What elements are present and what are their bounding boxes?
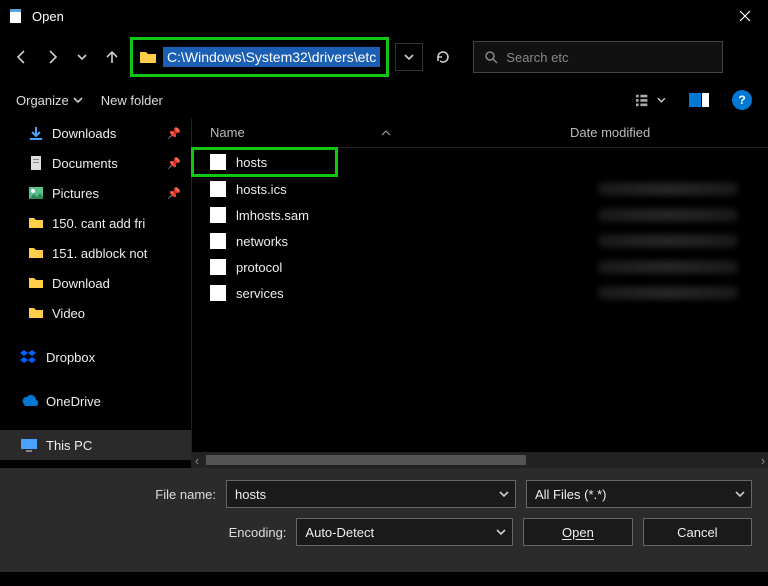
nav-bar: C:\Windows\System32\drivers\etc Search e…: [0, 32, 768, 82]
picture-icon: [28, 185, 44, 201]
toolbar: Organize New folder ?: [0, 82, 768, 118]
sidebar-item-dropbox[interactable]: Dropbox: [0, 342, 191, 372]
file-icon: [210, 181, 226, 197]
date-modified-cell: [598, 182, 738, 196]
folder-icon: [28, 305, 44, 321]
file-row[interactable]: hosts.ics: [192, 176, 768, 202]
file-list-area: Name Date modified hosts hosts.ics lmhos…: [192, 118, 768, 468]
onedrive-icon: [20, 394, 38, 408]
folder-icon: [28, 245, 44, 261]
chevron-down-icon: [73, 95, 83, 105]
file-icon: [210, 285, 226, 301]
notepad-icon: [8, 8, 24, 24]
back-button[interactable]: [10, 45, 34, 69]
date-modified-cell: [598, 234, 738, 248]
file-filter-dropdown[interactable]: All Files (*.*): [526, 480, 752, 508]
pin-icon: 📌: [167, 127, 181, 140]
filename-label: File name:: [16, 487, 216, 502]
sort-asc-icon: [381, 129, 391, 137]
refresh-button[interactable]: [429, 43, 457, 71]
filename-input[interactable]: hosts: [226, 480, 516, 508]
file-list: hosts hosts.ics lmhosts.sam networks pro…: [192, 148, 768, 452]
file-icon: [210, 233, 226, 249]
titlebar: Open: [0, 0, 768, 32]
sidebar-item-downloads[interactable]: Downloads📌: [0, 118, 191, 148]
search-placeholder: Search etc: [506, 50, 568, 65]
window-title: Open: [32, 9, 722, 24]
this-pc-icon: [20, 438, 38, 452]
document-icon: [28, 155, 44, 171]
file-row[interactable]: hosts: [191, 147, 338, 177]
forward-button[interactable]: [40, 45, 64, 69]
address-bar[interactable]: C:\Windows\System32\drivers\etc: [130, 37, 389, 77]
sidebar-item-onedrive[interactable]: OneDrive: [0, 386, 191, 416]
folder-icon: [28, 275, 44, 291]
sidebar-item-folder[interactable]: 150. cant add fri: [0, 208, 191, 238]
file-icon: [210, 207, 226, 223]
file-icon: [210, 259, 226, 275]
organize-menu[interactable]: Organize: [16, 93, 83, 108]
horizontal-scrollbar[interactable]: ‹ ›: [192, 452, 768, 468]
file-row[interactable]: protocol: [192, 254, 768, 280]
sidebar-item-documents[interactable]: Documents📌: [0, 148, 191, 178]
search-input[interactable]: Search etc: [473, 41, 723, 73]
chevron-down-icon: [735, 489, 745, 499]
column-name[interactable]: Name: [210, 125, 550, 140]
file-row[interactable]: lmhosts.sam: [192, 202, 768, 228]
pin-icon: 📌: [167, 187, 181, 200]
encoding-dropdown[interactable]: Auto-Detect: [296, 518, 513, 546]
main-area: Downloads📌 Documents📌 Pictures📌 150. can…: [0, 118, 768, 468]
file-icon: [210, 154, 226, 170]
help-button[interactable]: ?: [732, 90, 752, 110]
date-modified-cell: [598, 208, 738, 222]
sidebar-item-pictures[interactable]: Pictures📌: [0, 178, 191, 208]
up-button[interactable]: [100, 45, 124, 69]
cancel-button[interactable]: Cancel: [643, 518, 752, 546]
pin-icon: 📌: [167, 157, 181, 170]
sidebar: Downloads📌 Documents📌 Pictures📌 150. can…: [0, 118, 192, 468]
sidebar-item-folder[interactable]: Download: [0, 268, 191, 298]
chevron-down-icon: [657, 95, 666, 105]
chevron-down-icon: [496, 527, 506, 537]
chevron-down-icon: [499, 489, 509, 499]
open-button[interactable]: Open: [523, 518, 632, 546]
dropbox-icon: [20, 349, 38, 365]
column-date-modified[interactable]: Date modified: [570, 125, 650, 140]
address-path[interactable]: C:\Windows\System32\drivers\etc: [163, 47, 380, 67]
folder-icon: [139, 49, 157, 65]
search-icon: [484, 50, 498, 64]
close-button[interactable]: [722, 0, 768, 32]
download-icon: [28, 125, 44, 141]
column-headers: Name Date modified: [192, 118, 768, 148]
sidebar-item-folder[interactable]: Video: [0, 298, 191, 328]
bottom-panel: File name: hosts All Files (*.*) Encodin…: [0, 468, 768, 572]
sidebar-item-this-pc[interactable]: This PC: [0, 430, 191, 460]
date-modified-cell: [598, 286, 738, 300]
date-modified-cell: [598, 260, 738, 274]
new-folder-button[interactable]: New folder: [101, 93, 163, 108]
file-row[interactable]: services: [192, 280, 768, 306]
address-history-dropdown[interactable]: [395, 43, 423, 71]
view-options-button[interactable]: [636, 88, 666, 112]
file-row[interactable]: networks: [192, 228, 768, 254]
sidebar-item-folder[interactable]: 151. adblock not: [0, 238, 191, 268]
folder-icon: [28, 215, 44, 231]
recent-dropdown[interactable]: [70, 45, 94, 69]
preview-pane-button[interactable]: [684, 88, 714, 112]
encoding-label: Encoding:: [16, 525, 286, 540]
